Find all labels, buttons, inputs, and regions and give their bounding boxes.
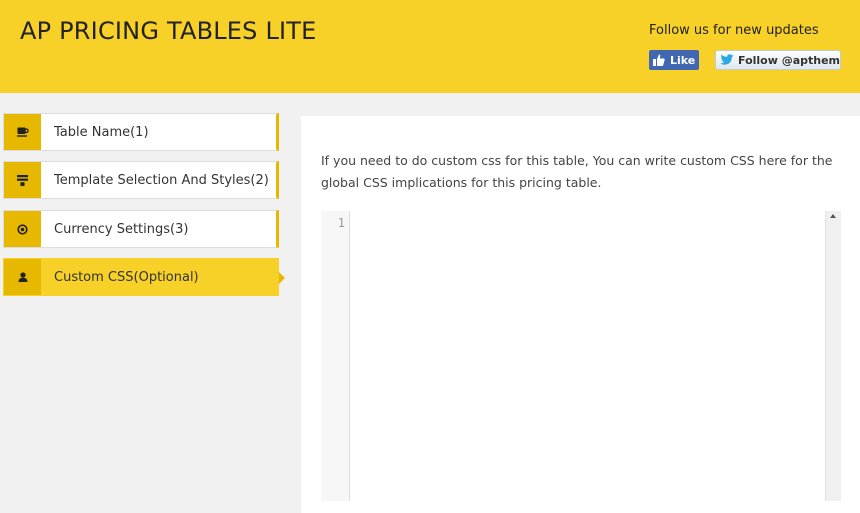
cup-icon <box>4 114 41 150</box>
editor-scrollbar[interactable] <box>825 211 841 501</box>
main-panel: If you need to do custom css for this ta… <box>301 116 860 513</box>
code-area[interactable] <box>351 211 825 501</box>
currency-icon <box>4 211 41 247</box>
header-bar: AP PRICING TABLES LITE Follow us for new… <box>0 0 860 93</box>
sidebar-item-label: Template Selection And Styles(2) <box>54 172 269 188</box>
sidebar-item-label: Currency Settings(3) <box>54 221 189 237</box>
thumbs-up-icon <box>653 54 665 66</box>
page-title: AP PRICING TABLES LITE <box>20 17 317 45</box>
twitter-follow-label: Follow @apthemes <box>738 53 841 67</box>
line-number: 1 <box>337 216 345 230</box>
facebook-like-button[interactable]: Like <box>649 50 699 70</box>
sidebar-item-template-selection[interactable]: Template Selection And Styles(2) <box>3 161 279 199</box>
sidebar-item-table-name[interactable]: Table Name(1) <box>3 113 279 151</box>
sidebar-item-label: Table Name(1) <box>54 124 149 140</box>
twitter-follow-button[interactable]: Follow @apthemes <box>715 50 841 70</box>
twitter-bird-icon <box>720 54 734 65</box>
custom-css-editor[interactable]: 1 <box>321 211 841 501</box>
scroll-up-arrow-icon[interactable] <box>830 214 836 218</box>
editor-gutter: 1 <box>321 211 350 501</box>
template-icon <box>4 162 41 198</box>
sidebar-item-label: Custom CSS(Optional) <box>54 269 199 285</box>
follow-text: Follow us for new updates <box>649 23 819 38</box>
custom-css-description: If you need to do custom css for this ta… <box>321 153 833 190</box>
sidebar-item-custom-css[interactable]: Custom CSS(Optional) <box>3 258 285 296</box>
user-icon <box>4 259 41 295</box>
sidebar-item-currency-settings[interactable]: Currency Settings(3) <box>3 210 279 248</box>
like-label: Like <box>670 53 696 67</box>
sidebar: Table Name(1) Template Selection And Sty… <box>0 93 300 513</box>
